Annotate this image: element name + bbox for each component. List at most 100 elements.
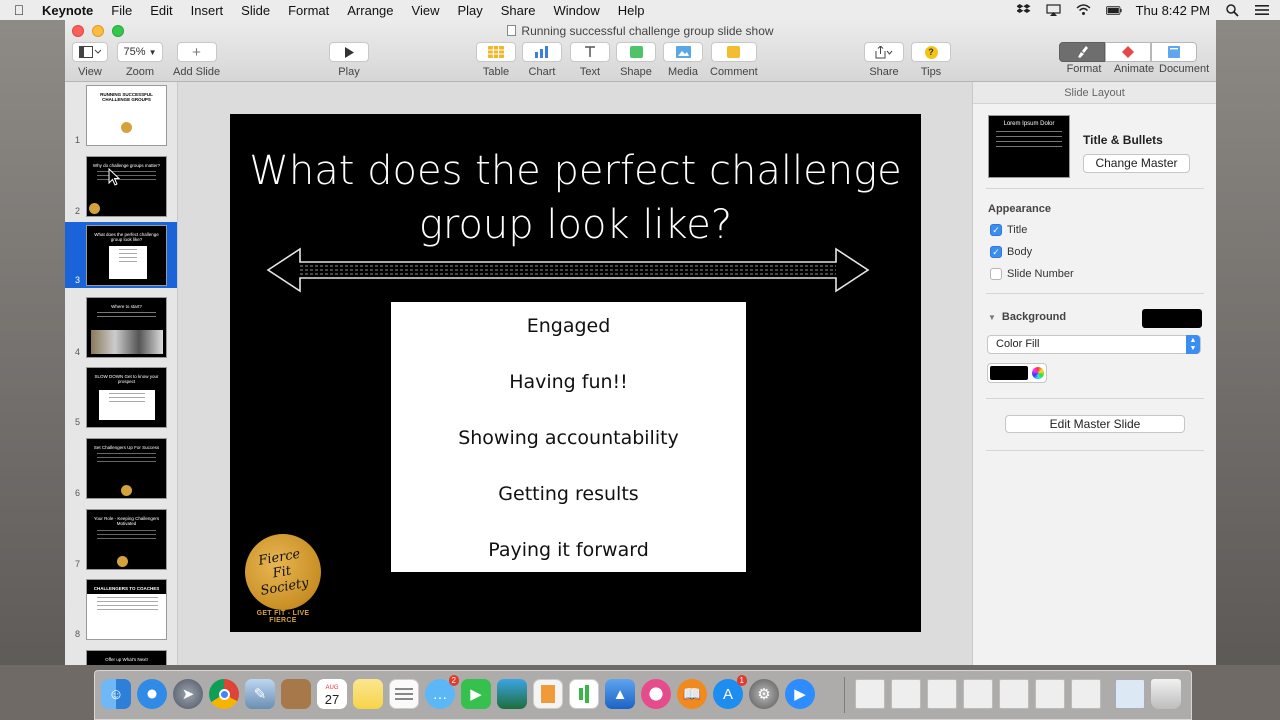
battery-icon[interactable] [1105,3,1122,17]
calendar-icon[interactable]: AUG 27 [317,679,347,709]
document-icon[interactable] [855,679,885,709]
slide-title[interactable]: What does the perfect challenge group lo… [230,144,921,252]
slide-thumbnail-4[interactable]: Where to start? 4 [65,294,177,360]
menu-play[interactable]: Play [448,3,491,18]
slide-thumbnail-2[interactable]: Why do challenge groups matter? 2 [65,153,177,219]
wifi-icon[interactable] [1076,3,1092,17]
fierce-fit-logo[interactable]: Fierce Fit Society GET FIT - LIVE FIERCE [243,532,323,624]
menu-view[interactable]: View [403,3,449,18]
slide-thumbnail-5[interactable]: SLOW DOWN Get to know your prospect 5 [65,364,177,430]
menu-insert[interactable]: Insert [182,3,233,18]
play-button[interactable] [329,42,369,62]
body-checkbox[interactable]: ✓ Body [990,246,1032,258]
comment-label: Comment [710,66,758,78]
slide-thumbnail-title: SLOW DOWN Get to know your prospect [94,374,159,385]
numbers-icon[interactable] [569,679,599,709]
slide-thumbnail-8[interactable]: CHALLENGERS TO COACHES 8 [65,576,177,642]
document-icon[interactable] [1035,679,1065,709]
document-icon[interactable] [891,679,921,709]
messages-icon[interactable]: … 2 [425,675,459,709]
format-tab[interactable] [1059,42,1105,62]
document-tab[interactable] [1151,42,1197,62]
menu-share[interactable]: Share [492,3,545,18]
text-button[interactable] [570,42,610,62]
keynote-icon[interactable]: ▲ [605,679,635,709]
document-icon[interactable] [927,679,957,709]
slide-thumbnail-9[interactable]: Offer up What's Next! [65,647,177,665]
notification-center-icon[interactable] [1254,3,1270,17]
chrome-icon[interactable] [209,679,239,709]
layout-preview[interactable]: Lorem Ipsum Dolor [988,115,1070,178]
dropbox-icon[interactable] [1016,3,1032,17]
share-button[interactable] [864,42,904,62]
tips-button[interactable]: ? [911,42,951,62]
slide-thumbnail-6[interactable]: Set Challengers Up For Success 6 [65,435,177,501]
trash-icon[interactable] [1151,679,1181,709]
slide-thumbnail-title: RUNNING SUCCESSFUL CHALLENGE GROUPS [100,92,153,103]
change-master-button[interactable]: Change Master [1083,154,1190,173]
appstore-icon[interactable]: A1 [713,675,747,709]
current-slide[interactable]: What does the perfect challenge group lo… [230,114,921,632]
bullet-box[interactable]: Engaged Having fun!! Showing accountabil… [391,302,746,572]
itunes-icon[interactable] [641,679,671,709]
slide-thumbnail-7[interactable]: Your Role - Keeping Challengers Motivate… [65,506,177,572]
ibooks-icon[interactable]: 📖 [677,679,707,709]
window-title: Running successful challenge group slide… [65,24,1216,38]
slide-navigator: RUNNING SUCCESSFUL CHALLENGE GROUPS 1 Wh… [65,82,178,665]
keynote-pages-icon[interactable] [533,679,563,709]
double-arrow-icon[interactable] [266,247,870,293]
menu-app-name[interactable]: Keynote [38,3,102,18]
menu-edit[interactable]: Edit [141,3,181,18]
document-icon[interactable] [999,679,1029,709]
spotlight-search-icon[interactable] [1224,3,1240,17]
document-icon[interactable] [963,679,993,709]
slide-number-checkbox-label: Slide Number [1007,268,1074,280]
table-button[interactable] [476,42,516,62]
comment-button[interactable] [710,42,757,62]
menu-window[interactable]: Window [544,3,608,18]
document-icon[interactable] [1071,679,1101,709]
zoom-popup[interactable]: 75% ▼ [117,42,163,62]
slide-number: 3 [75,275,81,285]
slide-number-checkbox[interactable]: Slide Number [990,268,1074,280]
background-label: Background [1001,311,1067,323]
safari-icon[interactable] [137,679,167,709]
photos-icon[interactable] [497,679,527,709]
notebook-icon[interactable] [281,679,311,709]
zoom-icon[interactable]: ▶ [785,679,815,709]
background-section[interactable]: ▼ Background [988,311,1066,323]
finder-icon[interactable]: ☺ [101,679,131,709]
background-color-swatch[interactable] [1142,309,1202,328]
menu-format[interactable]: Format [279,3,338,18]
downloads-stack-icon[interactable] [1115,679,1145,709]
slide-thumbnail-1[interactable]: RUNNING SUCCESSFUL CHALLENGE GROUPS 1 [65,82,177,148]
color-wheel-icon[interactable] [1032,367,1044,379]
reminders-icon[interactable] [389,679,419,709]
media-control: Media [663,42,703,78]
preview-icon[interactable]: ✎ [245,679,275,709]
chart-button[interactable] [522,42,562,62]
menu-file[interactable]: File [102,3,141,18]
add-slide-button[interactable]: + [176,42,217,62]
menu-arrange[interactable]: Arrange [338,3,402,18]
edit-master-slide-button[interactable]: Edit Master Slide [1005,415,1185,433]
slide-thumbnail-3[interactable]: What does the perfect challenge group lo… [65,222,177,288]
menubar-clock[interactable]: Thu 8:42 PM [1136,3,1210,18]
system-preferences-icon[interactable]: ⚙ [749,679,779,709]
shape-button[interactable] [616,42,656,62]
color-well-swatch[interactable] [990,366,1028,380]
launchpad-icon[interactable]: ➤ [173,679,203,709]
menu-help[interactable]: Help [609,3,654,18]
text-label: Text [579,66,601,78]
media-button[interactable] [663,42,703,62]
facetime-icon[interactable]: ▶ [461,679,491,709]
view-button[interactable] [72,42,108,62]
fill-type-popup[interactable]: Color Fill ▲ ▼ [987,335,1201,354]
title-checkbox[interactable]: ✓ Title [990,224,1027,236]
notes-icon[interactable] [353,679,383,709]
animate-tab[interactable] [1105,42,1151,62]
apple-menu-icon[interactable]:  [0,2,38,18]
menu-slide[interactable]: Slide [232,3,279,18]
color-well[interactable] [987,363,1047,383]
airplay-icon[interactable] [1046,3,1062,17]
